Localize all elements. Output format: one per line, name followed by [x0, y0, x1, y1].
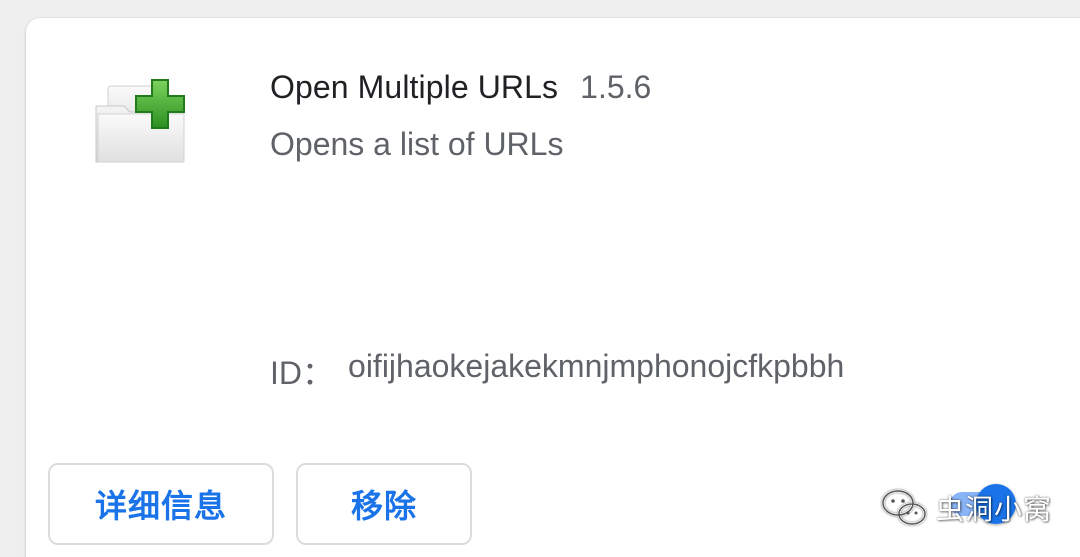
remove-button[interactable]: 移除: [296, 463, 472, 545]
details-button[interactable]: 详细信息: [48, 463, 274, 545]
extension-id-row: ID： oifijhaokejakekmnjmphonojcfkpbbh: [270, 348, 844, 394]
extensions-page: Open Multiple URLs 1.5.6 Opens a list of…: [0, 0, 1080, 557]
extension-version: 1.5.6: [580, 68, 652, 105]
folder-plus-icon: [95, 79, 185, 163]
watermark-text: 虫洞小窝: [936, 493, 1053, 526]
extension-description: Opens a list of URLs: [270, 126, 564, 162]
extension-id-label: ID：: [270, 355, 335, 391]
watermark: 虫洞小窝: [880, 482, 1052, 534]
title-row: Open Multiple URLs 1.5.6: [270, 64, 651, 110]
wechat-icon: [881, 489, 927, 526]
extension-id-value: oifijhaokejakekmnjmphonojcfkpbbh: [348, 348, 845, 384]
extension-name: Open Multiple URLs: [270, 68, 559, 105]
